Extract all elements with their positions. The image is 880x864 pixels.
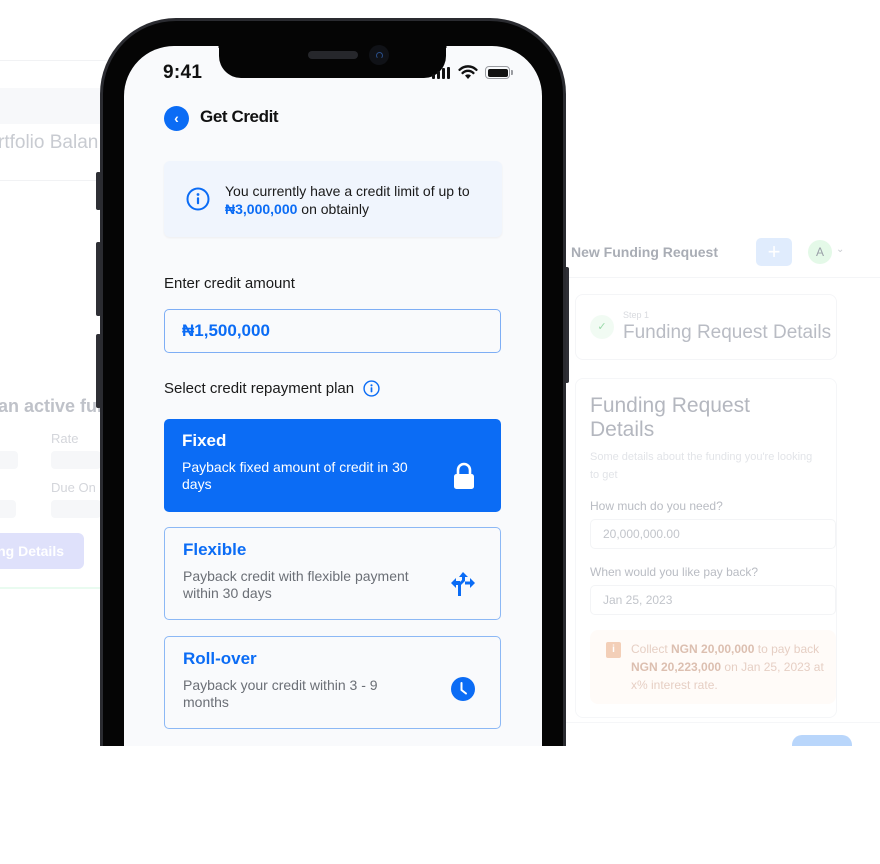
note-text-part: Collect: [631, 642, 672, 656]
chevron-left-icon: ‹: [174, 110, 179, 126]
amount-question: How much do you need?: [590, 499, 723, 513]
clock-icon: [451, 677, 475, 701]
banner-text-part: on obtainly: [297, 201, 370, 217]
new-funding-request-title: New Funding Request: [571, 244, 718, 260]
plan-description: Payback credit with flexible payment wit…: [183, 568, 409, 601]
plan-description: Payback fixed amount of credit in 30 day…: [182, 459, 408, 492]
note-text-part: to pay back: [754, 642, 820, 656]
avatar[interactable]: A: [808, 240, 832, 264]
wifi-icon: [458, 65, 478, 79]
plan-title: Fixed: [182, 431, 227, 450]
status-time: 9:41: [163, 62, 203, 83]
chevron-down-icon[interactable]: ⌄: [836, 244, 844, 255]
signal-icon: [432, 67, 450, 79]
step-label: Step 1: [623, 310, 650, 320]
add-button[interactable]: +: [756, 238, 792, 266]
directions-icon: [451, 572, 475, 596]
plan-title: Flexible: [183, 540, 247, 559]
plan-description: Payback your credit within 3 - 9 months: [183, 677, 378, 710]
divider: [0, 60, 110, 61]
check-icon: ✓: [590, 315, 614, 339]
divider: [0, 180, 110, 181]
back-button[interactable]: ‹: [164, 106, 189, 131]
banner-text-part: You currently have a credit limit of up …: [225, 183, 470, 199]
progress-line: [0, 587, 110, 589]
background-dashboard-panel: rtfolio Balan an active fun Rate Due On …: [0, 0, 110, 864]
field-placeholder: [0, 451, 18, 469]
collect-amount: NGN 20,00,000: [671, 642, 755, 656]
lock-icon: [454, 462, 474, 489]
field-placeholder: [0, 500, 16, 518]
info-icon[interactable]: [363, 380, 380, 397]
info-icon: i: [606, 642, 621, 658]
payback-question: When would you like pay back?: [590, 565, 759, 579]
plan-title: Roll-over: [183, 649, 257, 668]
page-title: Get Credit: [200, 107, 279, 126]
credit-amount-label: Enter credit amount: [164, 275, 295, 292]
phone-notch: [209, 40, 456, 78]
toolbar-band: [0, 88, 110, 124]
credit-limit-amount: ₦3,000,000: [225, 201, 298, 217]
credit-amount-input[interactable]: [164, 309, 501, 353]
funding-details-button[interactable]: ng Details: [0, 533, 84, 569]
due-on-label: Due On: [51, 480, 96, 495]
credit-limit-text: You currently have a credit limit of up …: [225, 182, 495, 218]
repayment-plan-label: Select credit repayment plan: [164, 380, 355, 397]
speaker-grille: [308, 51, 358, 59]
form-title: Funding Request Details: [590, 394, 750, 441]
info-icon: [186, 187, 210, 211]
rate-label: Rate: [51, 431, 79, 446]
divider: [560, 722, 880, 723]
divider: [560, 277, 880, 278]
background-funding-panel: New Funding Request + A ⌄ ✓ Step 1 Fundi…: [560, 0, 880, 864]
battery-icon: [485, 66, 513, 79]
due-on-field: [51, 500, 101, 518]
rate-field: [51, 451, 101, 469]
plan-option-fixed[interactable]: Fixed Payback fixed amount of credit in …: [164, 419, 501, 512]
form-subtitle: Some details about the funding you're lo…: [590, 451, 813, 481]
payback-amount: NGN 20,223,000: [631, 660, 722, 674]
interest-note-text: Collect NGN 20,00,000 to pay back NGN 20…: [631, 640, 827, 694]
next-button[interactable]: [792, 735, 852, 746]
step-title: Funding Request Details: [623, 322, 832, 343]
active-funding-title: an active fun: [0, 396, 109, 416]
plan-option-flexible[interactable]: Flexible Payback credit with flexible pa…: [164, 527, 501, 620]
payback-date-input[interactable]: Jan 25, 2023: [590, 585, 836, 615]
amount-needed-input[interactable]: 20,000,000.00: [590, 519, 836, 549]
portfolio-balance-label: rtfolio Balan: [0, 132, 99, 153]
plan-option-roll-over[interactable]: Roll-over Payback your credit within 3 -…: [164, 636, 501, 729]
front-camera: [369, 45, 389, 65]
